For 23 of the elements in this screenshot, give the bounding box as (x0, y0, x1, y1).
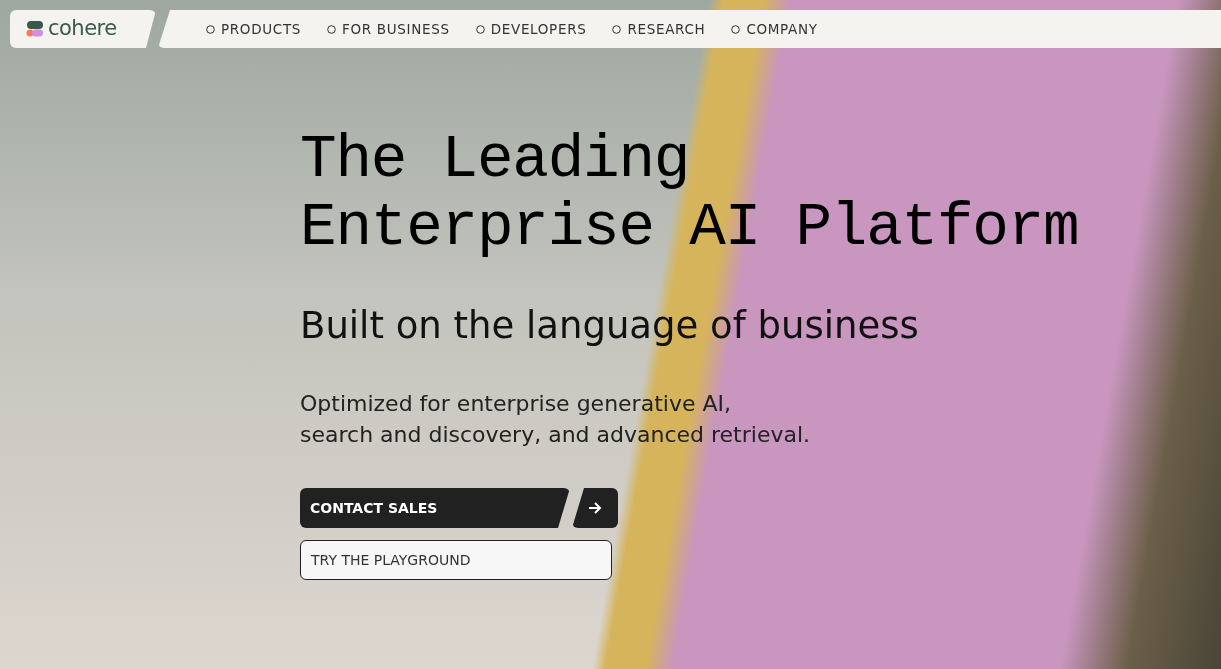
nav-link[interactable]: FOR BUSINESS (327, 18, 450, 40)
playground-button[interactable]: TRY THE PLAYGROUND (300, 540, 612, 580)
nav-label: DEVELOPERS (490, 19, 587, 39)
circle-icon (612, 24, 622, 34)
logo-text: cohere (48, 15, 117, 43)
nav-label: PRODUCTS (221, 19, 302, 39)
logo-card[interactable]: cohere (10, 10, 156, 48)
circle-icon (206, 24, 215, 34)
nav-link[interactable]: RESEARCH (612, 18, 706, 40)
circle-icon (475, 24, 485, 34)
nav-label: RESEARCH (627, 19, 706, 39)
nav-link[interactable]: DEVELOPERS (475, 18, 587, 40)
circle-icon (731, 24, 741, 34)
subheadline: Built on the language of business (300, 304, 920, 348)
arrow-right-icon (588, 502, 602, 514)
nav-label: COMPANY (746, 19, 818, 39)
headline: The Leading Enterprise AI Platform (300, 126, 1080, 262)
nav-link[interactable]: PRODUCTS (206, 18, 302, 40)
logo-icon (26, 20, 44, 38)
nav-label: FOR BUSINESS (342, 19, 450, 39)
contact-sales-button[interactable]: CONTACT SALES (300, 488, 570, 528)
nav-link[interactable]: COMPANY (731, 18, 818, 40)
circle-icon (327, 24, 337, 34)
